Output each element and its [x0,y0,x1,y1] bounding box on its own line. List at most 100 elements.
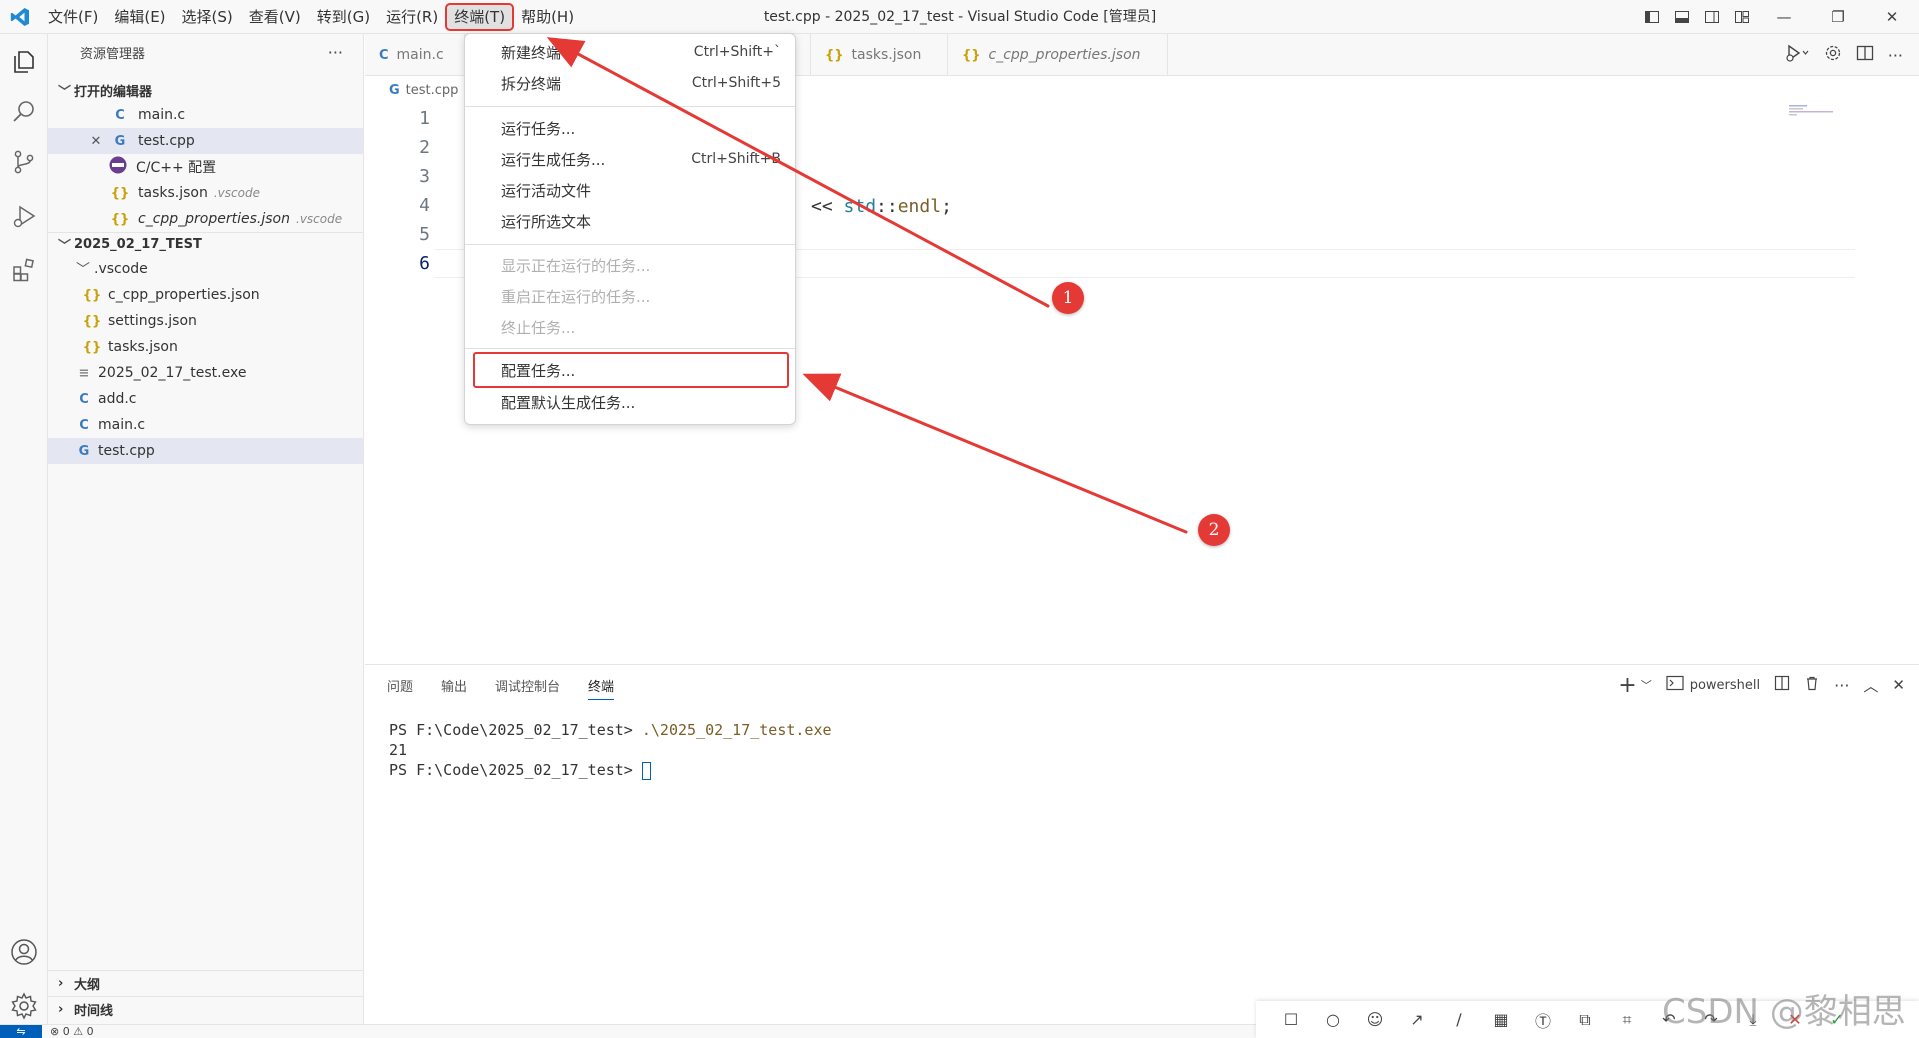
terminal-line[interactable]: PS F:\Code\2025_02_17_test> [389,761,651,780]
menu-split-terminal[interactable]: 拆分终端 Ctrl+Shift+5 [501,68,781,98]
tab-tasks-json[interactable]: {} tasks.json [810,34,948,76]
panel-tab-debug-console[interactable]: 调试控制台 [495,676,560,695]
new-terminal-plus-icon[interactable]: + [1618,673,1636,698]
tree-c-cpp-properties[interactable]: {} c_cpp_properties.json [48,282,363,308]
manage-gear-icon[interactable] [10,992,38,1020]
tab-main-c[interactable]: C main.c [365,34,465,76]
terminal-line: PS F:\Code\2025_02_17_test> .\2025_02_17… [389,721,832,739]
ellipse-tool-icon[interactable]: ○ [1322,1009,1344,1031]
folder-section[interactable]: ﹀ 2025_02_17_TEST [48,232,363,256]
toggle-panel-icon[interactable] [1667,0,1697,34]
open-editor-c-cpp-properties[interactable]: {} c_cpp_properties.json .vscode [48,206,363,232]
chevron-down-icon[interactable]: ﹀ [1641,677,1652,693]
restore-icon[interactable]: ❐ [1811,0,1865,34]
extensions-icon[interactable] [10,256,38,284]
menu-help[interactable]: 帮助(H) [513,4,582,30]
tree-add-c[interactable]: C add.c [48,386,363,412]
minimize-icon[interactable]: — [1757,0,1811,34]
rectangle-tool-icon[interactable]: ☐ [1280,1009,1302,1031]
toggle-primary-sidebar-icon[interactable] [1637,0,1667,34]
json-file-icon: {} [82,313,102,329]
menu-file[interactable]: 文件(F) [40,4,106,30]
menu-item-label: 运行任务... [501,119,576,138]
emoji-tool-icon[interactable]: ☺ [1364,1009,1386,1031]
ocr-tool-icon[interactable]: ⌗ [1616,1009,1638,1031]
menu-run-build-task[interactable]: 运行生成任务... Ctrl+Shift+B [501,144,781,174]
open-editors-section[interactable]: ﹀ 打开的编辑器 [48,78,363,102]
outline-section[interactable]: › 大纲 [48,970,364,996]
maximize-panel-icon[interactable]: ︿ [1863,675,1878,696]
remote-indicator-icon[interactable]: ⇋ [0,1025,42,1038]
open-editor-label: test.cpp [138,133,195,149]
open-editor-test-cpp[interactable]: ✕ G test.cpp [48,128,363,154]
menu-item-label: 终止任务... [501,318,576,337]
tree-test-cpp[interactable]: G test.cpp [48,438,363,464]
c-file-icon: C [115,107,125,123]
terminal-cursor [641,761,651,780]
menu-view[interactable]: 查看(V) [241,4,309,30]
search-icon[interactable] [10,98,38,126]
pen-tool-icon[interactable]: ∕ [1448,1009,1470,1031]
terminal-shell-name[interactable]: powershell [1690,678,1760,693]
menu-item-label: 运行生成任务... [501,150,606,169]
panel-tab-problems[interactable]: 问题 [387,676,413,695]
explorer-sidebar: 资源管理器 ··· ﹀ 打开的编辑器 C main.c ✕ G test.cpp… [48,34,364,1024]
customize-layout-icon[interactable] [1727,0,1757,34]
settings-gear-icon[interactable] [1824,44,1842,66]
menu-terminal[interactable]: 终端(T) [445,2,515,31]
menu-new-terminal[interactable]: 新建终端 Ctrl+Shift+` [501,37,781,67]
menu-configure-default-build-task[interactable]: 配置默认生成任务... [501,387,781,417]
menu-item-label: 新建终端 [501,43,562,62]
timeline-section[interactable]: › 时间线 [48,996,364,1022]
open-editor-cpp-config[interactable]: C/C++ 配置 [48,154,363,180]
menu-run-active-file[interactable]: 运行活动文件 [501,175,781,205]
explorer-more-icon[interactable]: ··· [328,43,343,62]
pin-tool-icon[interactable]: ⧉ [1574,1009,1596,1031]
menu-selection[interactable]: 选择(S) [174,4,241,30]
mosaic-tool-icon[interactable]: ▦ [1490,1009,1512,1031]
split-terminal-icon[interactable] [1774,675,1790,695]
menu-run-task[interactable]: 运行任务... [501,113,781,143]
open-editor-label: C/C++ 配置 [136,160,217,176]
menu-configure-task[interactable]: 配置任务... [501,355,781,385]
menu-run[interactable]: 运行(R) [378,4,446,30]
menu-run-selected-text[interactable]: 运行所选文本 [501,206,781,236]
tree-tasks-json[interactable]: {} tasks.json [48,334,363,360]
window-title: test.cpp - 2025_02_17_test - Visual Stud… [763,9,1157,25]
tree-settings-json[interactable]: {} settings.json [48,308,363,334]
breadcrumb-file[interactable]: test.cpp [406,83,459,98]
close-editor-icon[interactable]: ✕ [86,134,106,149]
text-tool-icon[interactable]: Ⓣ [1532,1009,1554,1031]
tree-exe-file[interactable]: ≡ 2025_02_17_test.exe [48,360,363,386]
more-actions-icon[interactable]: ··· [1888,46,1903,65]
trash-icon[interactable] [1804,675,1820,695]
menu-separator [465,348,795,349]
more-actions-icon[interactable]: ··· [1834,676,1849,695]
code-line-4: << std::endl; [811,192,952,221]
line-number: 5 [419,224,430,245]
split-editor-icon[interactable] [1856,44,1874,66]
arrow-tool-icon[interactable]: ↗ [1406,1009,1428,1031]
open-editor-main-c[interactable]: C main.c [48,102,363,128]
close-window-icon[interactable]: ✕ [1865,0,1919,34]
panel-tab-output[interactable]: 输出 [441,676,467,695]
menu-terminate-task: 终止任务... [501,312,781,342]
tree-main-c[interactable]: C main.c [48,412,363,438]
accounts-icon[interactable] [10,938,38,966]
menu-edit[interactable]: 编辑(E) [106,4,173,30]
problems-count[interactable]: ⊗ 0 ⚠ 0 [50,1025,94,1038]
tab-c-cpp-properties[interactable]: {} c_cpp_properties.json [948,34,1168,76]
explorer-icon[interactable] [10,48,38,76]
code-token: :: [876,196,898,217]
tree-vscode-folder[interactable]: ﹀ .vscode [48,256,363,282]
panel-tab-terminal[interactable]: 终端 [588,676,615,700]
menu-restart-running-task: 重启正在运行的任务... [501,281,781,311]
run-code-icon[interactable] [1786,44,1810,66]
close-panel-icon[interactable]: ✕ [1892,676,1905,694]
menu-go[interactable]: 转到(G) [309,4,378,30]
toggle-secondary-sidebar-icon[interactable] [1697,0,1727,34]
source-control-icon[interactable] [10,148,38,176]
run-debug-icon[interactable] [10,202,38,230]
minimap[interactable] [1789,104,1849,128]
open-editor-tasks-json[interactable]: {} tasks.json .vscode [48,180,363,206]
